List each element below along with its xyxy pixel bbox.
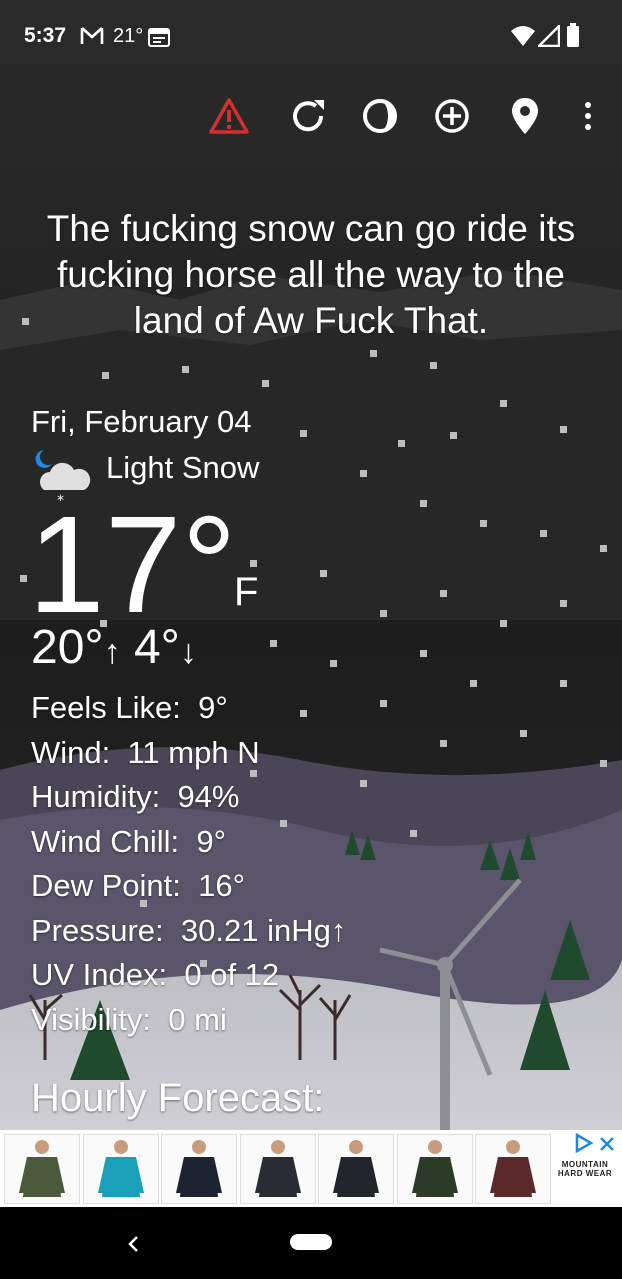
refresh-button[interactable] (278, 80, 338, 152)
stat-pressure: Pressure: 30.21 inHg↑ (31, 909, 346, 954)
navigation-bar (0, 1207, 622, 1279)
battery-icon (567, 23, 579, 47)
stat-wind: Wind: 11 mph N (31, 731, 346, 776)
ad-product-tile[interactable] (396, 1134, 473, 1204)
brand-logo: MOUNTAIN HARD WEAR (557, 1160, 613, 1178)
weather-headline: The fucking snow can go ride its fucking… (46, 208, 576, 341)
jacket-icon (97, 1140, 144, 1197)
more-options-button[interactable] (558, 80, 618, 152)
jacket-icon (176, 1140, 222, 1197)
temperature-unit: F (234, 570, 259, 614)
ad-close-icon[interactable] (598, 1135, 616, 1153)
add-location-button[interactable] (422, 80, 482, 152)
action-bar (0, 80, 622, 152)
low-temp: 4° (133, 621, 180, 674)
low-arrow: ↓ (179, 633, 197, 671)
stat-visibility: Visibility: 0 mi (31, 998, 346, 1043)
stat-label: Dew Point: (31, 868, 181, 903)
alert-icon (209, 98, 249, 134)
theme-button[interactable] (350, 80, 410, 152)
calendar-icon (148, 28, 170, 47)
stat-humidity: Humidity: 94% (31, 775, 346, 820)
stat-dew-point: Dew Point: 16° (31, 864, 346, 909)
high-temp: 20° (31, 621, 104, 674)
high-arrow: ↑ (103, 633, 121, 671)
stat-value: 16° (198, 868, 246, 903)
current-date: Fri, February 04 (31, 404, 252, 439)
wifi-icon (511, 26, 535, 46)
current-temperature: 17° (28, 488, 237, 642)
add-location-icon (435, 99, 469, 133)
stat-label: Pressure: (31, 912, 164, 948)
status-temperature: 21° (113, 25, 144, 47)
stat-label: Visibility: (31, 1001, 152, 1037)
stat-value: 11 mph N (127, 734, 260, 770)
back-icon[interactable] (125, 1234, 143, 1254)
jacket-icon (411, 1140, 458, 1197)
stat-value: 9° (196, 823, 227, 859)
home-button[interactable] (290, 1234, 332, 1250)
jacket-icon (254, 1140, 301, 1197)
high-low-temps: 20°↑ 4°↓ (31, 620, 197, 675)
theme-icon (363, 99, 397, 133)
stat-feels-like: Feels Like: 9° (31, 686, 346, 731)
stat-value: 94% (177, 779, 240, 814)
ad-banner[interactable]: MOUNTAIN HARD WEAR (0, 1130, 622, 1207)
stat-uv-index: UV Index: 0 of 12 (31, 953, 346, 998)
jacket-icon (19, 1140, 65, 1197)
location-button[interactable] (495, 80, 555, 152)
weather-stats: Feels Like: 9° Wind: 11 mph N Humidity: … (31, 686, 346, 1042)
current-condition: Light Snow (106, 450, 260, 485)
jacket-icon (333, 1140, 379, 1197)
stat-label: Feels Like: (31, 690, 181, 725)
stat-wind-chill: Wind Chill: 9° (31, 820, 346, 865)
stat-value: 9° (198, 690, 228, 725)
ad-product-tile[interactable] (475, 1134, 551, 1204)
status-time: 5:37 (24, 24, 67, 47)
stat-value: 30.21 inHg↑ (180, 912, 347, 948)
ad-choices-icon[interactable] (574, 1133, 594, 1153)
stat-label: Wind: (31, 734, 111, 770)
ad-product-tile[interactable] (318, 1134, 394, 1204)
ad-product-tile[interactable] (239, 1134, 316, 1204)
refresh-icon (293, 100, 324, 132)
hourly-forecast-title: Hourly Forecast: (31, 1076, 325, 1120)
ad-product-tile[interactable] (161, 1134, 237, 1204)
stat-value: 0 mi (168, 1001, 227, 1037)
location-pin-icon (512, 98, 538, 134)
ad-product-tile[interactable] (4, 1134, 80, 1204)
more-vert-icon (585, 102, 591, 130)
stat-value: 0 of 12 (184, 957, 280, 992)
alert-button[interactable] (199, 80, 259, 152)
status-bar: 5:37 21° (0, 0, 622, 72)
ad-product-tile[interactable] (82, 1134, 159, 1204)
stat-label: Wind Chill: (31, 823, 180, 859)
stat-label: Humidity: (31, 779, 161, 814)
jacket-icon (490, 1140, 536, 1197)
stat-label: UV Index: (31, 957, 168, 992)
gmail-icon (80, 27, 104, 44)
signal-icon (538, 25, 560, 47)
